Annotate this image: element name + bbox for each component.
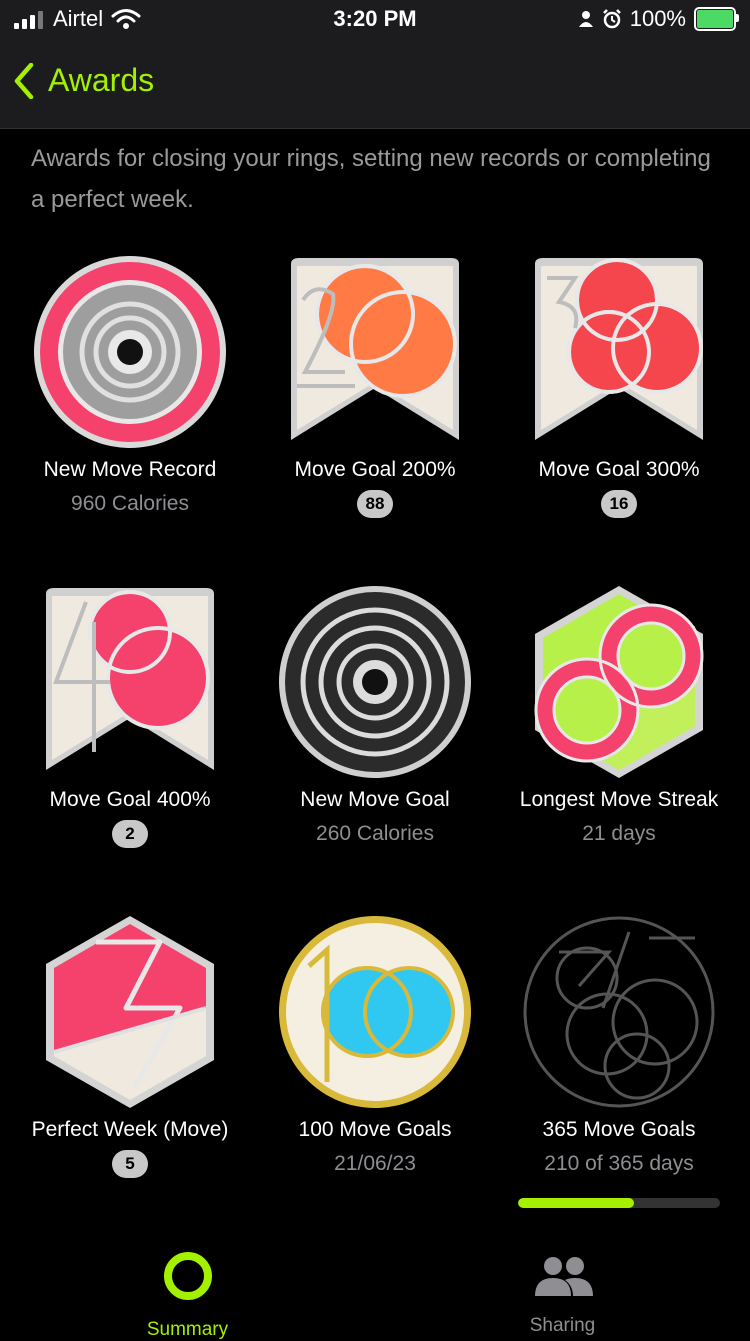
awards-description: Awards for closing your rings, setting n…: [31, 145, 711, 213]
award-count-badge: 88: [357, 490, 393, 518]
award-title: Move Goal 400%: [49, 788, 211, 811]
tab-sharing[interactable]: Sharing: [375, 1226, 750, 1337]
award-title: Longest Move Streak: [519, 788, 719, 811]
back-button[interactable]: Awards: [14, 62, 154, 99]
move-goal-200-badge-icon: [291, 258, 459, 440]
tab-summary-label: Summary: [146, 1319, 229, 1340]
award-100-move-goals[interactable]: 100 Move Goals 21/06/23: [250, 912, 500, 1176]
battery-percent: 100%: [629, 6, 686, 31]
activity-ring-icon: [163, 1252, 212, 1300]
award-title: New Move Record: [43, 458, 217, 481]
365-move-goals-badge-icon: [523, 916, 715, 1108]
battery-level: [697, 10, 733, 28]
100-move-goals-badge-icon: [279, 916, 471, 1108]
award-365-move-goals[interactable]: 365 Move Goals 210 of 365 days: [494, 912, 744, 1176]
award-subtitle: 260 Calories: [316, 822, 434, 845]
award-title: Perfect Week (Move): [31, 1118, 229, 1141]
tab-summary[interactable]: Summary: [0, 1226, 375, 1341]
award-title: Move Goal 200%: [294, 458, 456, 481]
award-title: 365 Move Goals: [542, 1118, 696, 1141]
award-title: New Move Goal: [300, 788, 450, 811]
back-label: Awards: [48, 62, 155, 98]
person-icon: [578, 11, 593, 27]
navigation-bar: Awards: [0, 40, 750, 129]
alarm-icon: [602, 9, 621, 29]
award-title: 100 Move Goals: [298, 1118, 452, 1141]
tab-bar: Summary Sharing: [0, 1226, 750, 1340]
move-goal-400-badge-icon: [46, 588, 214, 770]
new-move-goal-badge-icon: [279, 586, 471, 778]
award-subtitle: 21 days: [582, 822, 656, 845]
award-move-goal-200[interactable]: Move Goal 200% 88: [250, 252, 500, 518]
award-move-goal-300[interactable]: Move Goal 300% 16: [494, 252, 744, 518]
award-move-goal-400[interactable]: Move Goal 400% 2: [5, 582, 255, 848]
people-icon: [534, 1257, 593, 1296]
award-longest-move-streak[interactable]: Longest Move Streak 21 days: [494, 582, 744, 846]
status-bar: Airtel 3:20 PM 100%: [0, 0, 750, 40]
perfect-week-badge-icon: [46, 916, 214, 1108]
chevron-left-icon: [14, 62, 34, 99]
award-new-move-record[interactable]: New Move Record 960 Calories: [5, 252, 255, 516]
award-count-badge: 16: [601, 490, 637, 518]
award-count-badge: 2: [112, 820, 148, 848]
move-goal-300-badge-icon: [535, 258, 703, 440]
battery-icon: [694, 7, 739, 31]
award-subtitle: 21/06/23: [334, 1152, 416, 1175]
award-subtitle: 210 of 365 days: [544, 1152, 694, 1175]
award-title: Move Goal 300%: [538, 458, 700, 481]
award-perfect-week-move[interactable]: Perfect Week (Move) 5: [5, 912, 255, 1178]
award-count-badge: 5: [112, 1150, 148, 1178]
award-new-move-goal[interactable]: New Move Goal 260 Calories: [250, 582, 500, 846]
longest-move-streak-badge-icon: [534, 586, 704, 778]
365-goals-progress-bar: [518, 1198, 720, 1208]
award-subtitle: 960 Calories: [71, 492, 189, 515]
new-move-record-badge-icon: [34, 256, 226, 448]
progress-fill: [518, 1198, 635, 1208]
